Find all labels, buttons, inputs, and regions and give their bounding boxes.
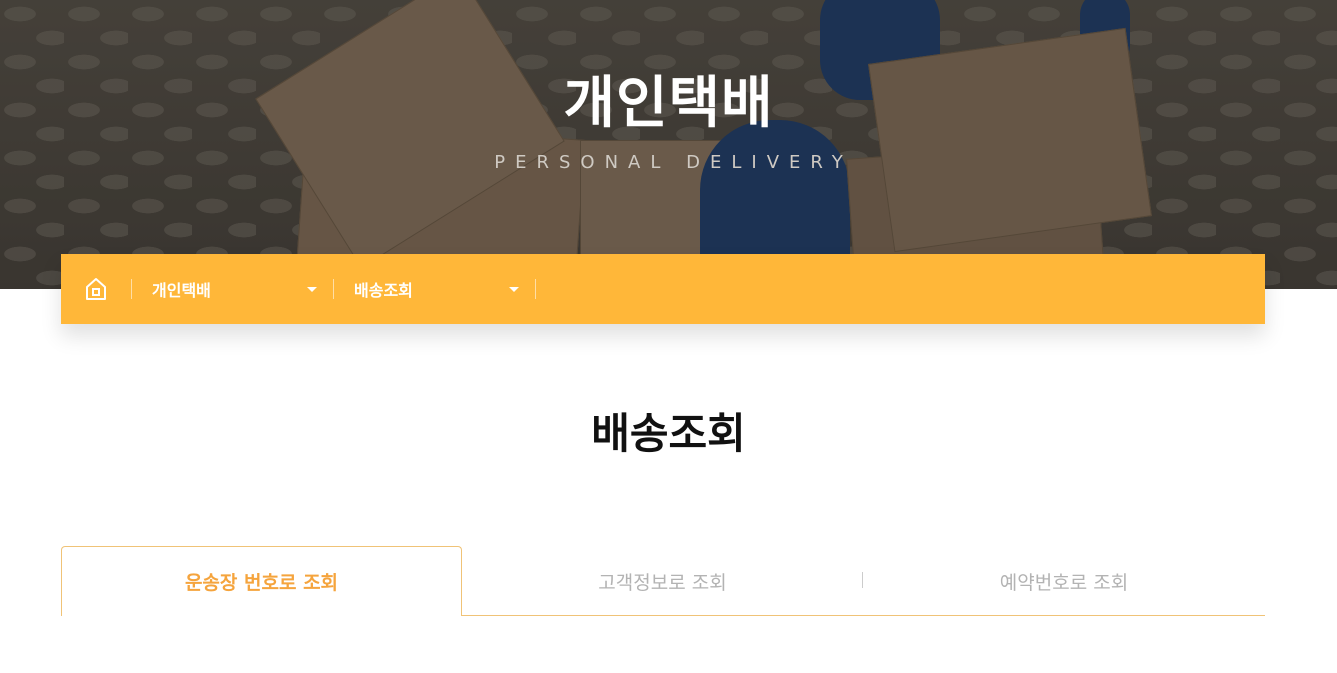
breadcrumb-bar: 개인택배 배송조회: [61, 254, 1265, 324]
hero-subtitle: PERSONAL DELIVERY: [494, 152, 853, 173]
nav-dropdown-page[interactable]: 배송조회: [334, 254, 535, 324]
lookup-tabs: 운송장 번호로 조회 고객정보로 조회 예약번호로 조회: [61, 546, 1265, 616]
hero-title: 개인택배: [563, 71, 774, 136]
tab-waybill-number[interactable]: 운송장 번호로 조회: [61, 546, 462, 616]
tab-customer-info[interactable]: 고객정보로 조회: [462, 546, 863, 616]
nav-dropdown-service[interactable]: 개인택배: [132, 254, 333, 324]
nav-dropdown-label: 배송조회: [354, 281, 413, 300]
hero-banner: 개인택배 PERSONAL DELIVERY: [0, 0, 1337, 289]
home-icon: [86, 278, 106, 300]
tab-reservation-number[interactable]: 예약번호로 조회: [863, 546, 1265, 616]
nav-divider: [535, 279, 536, 299]
caret-down-icon: [307, 286, 317, 292]
caret-down-icon: [509, 286, 519, 292]
hero-overlay: [0, 0, 1337, 289]
nav-dropdown-label: 개인택배: [152, 281, 211, 300]
home-button[interactable]: [61, 254, 131, 324]
page-title: 배송조회: [591, 409, 746, 458]
